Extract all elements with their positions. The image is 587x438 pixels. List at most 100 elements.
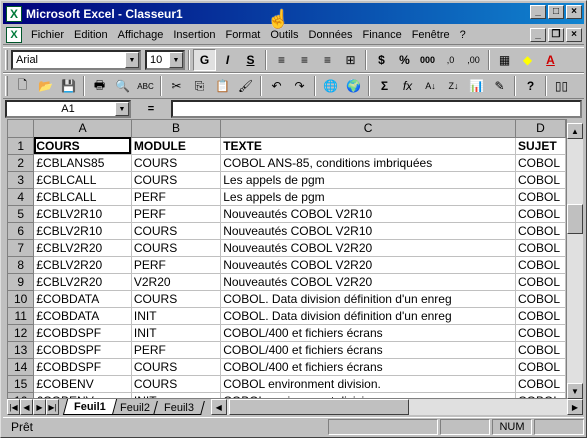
- cell[interactable]: Les appels de pgm: [220, 171, 517, 189]
- doc-restore-button[interactable]: ❐: [548, 28, 564, 42]
- cell[interactable]: COBOL: [515, 290, 566, 308]
- title-bar[interactable]: X Microsoft Excel - Classeur1 _ □ ×: [3, 3, 584, 24]
- cell[interactable]: COBOL: [515, 205, 566, 223]
- copy-icon[interactable]: ⎘: [188, 75, 211, 97]
- cell[interactable]: Nouveautés COBOL V2R20: [220, 239, 517, 257]
- cell[interactable]: INIT: [131, 324, 222, 342]
- cell[interactable]: V2R20: [131, 273, 222, 291]
- chevron-down-icon[interactable]: ▼: [125, 52, 139, 68]
- last-sheet-icon[interactable]: ▶|: [46, 399, 59, 415]
- cell[interactable]: COURS: [131, 171, 222, 189]
- formula-input[interactable]: [171, 100, 582, 118]
- chevron-down-icon[interactable]: ▼: [169, 52, 183, 68]
- cell[interactable]: COBOL: [515, 256, 566, 274]
- formula-equals[interactable]: =: [131, 103, 171, 115]
- cell[interactable]: COBOL: [515, 171, 566, 189]
- cell[interactable]: COURS: [33, 137, 132, 155]
- cut-icon[interactable]: ✂: [165, 75, 188, 97]
- help-icon[interactable]: ?: [519, 75, 542, 97]
- cell[interactable]: Nouveautés COBOL V2R20: [220, 256, 517, 274]
- column-header-d[interactable]: D: [515, 120, 566, 138]
- column-header-a[interactable]: A: [33, 120, 132, 138]
- currency-icon[interactable]: $: [370, 49, 393, 71]
- row-header[interactable]: 6: [8, 222, 35, 240]
- chart-wizard-icon[interactable]: 📊: [465, 75, 488, 97]
- name-box[interactable]: A1 ▼: [5, 100, 131, 118]
- cell[interactable]: COBOL environment division.: [220, 392, 517, 398]
- scroll-left-icon[interactable]: ◀: [210, 399, 227, 415]
- row-header[interactable]: 4: [8, 188, 35, 206]
- row-header[interactable]: 9: [8, 273, 35, 291]
- row-header[interactable]: 16: [8, 392, 35, 398]
- autosum-icon[interactable]: Σ: [373, 75, 396, 97]
- menu-finance[interactable]: Finance: [358, 29, 407, 41]
- close-button[interactable]: ×: [566, 5, 582, 19]
- percent-icon[interactable]: %: [393, 49, 416, 71]
- row-header[interactable]: 14: [8, 358, 35, 376]
- select-all-corner[interactable]: [8, 120, 35, 138]
- cell[interactable]: COBOL: [515, 392, 566, 398]
- align-right-icon[interactable]: ≡: [316, 49, 339, 71]
- row-header[interactable]: 13: [8, 341, 35, 359]
- cell[interactable]: INIT: [131, 307, 222, 325]
- cell[interactable]: COURS: [131, 358, 222, 376]
- doc-minimize-button[interactable]: _: [530, 28, 546, 42]
- align-center-icon[interactable]: ≡: [293, 49, 316, 71]
- cell[interactable]: INIT: [131, 392, 222, 398]
- bold-button[interactable]: G: [193, 49, 216, 71]
- spelling-icon[interactable]: ABC: [134, 75, 157, 97]
- maximize-button[interactable]: □: [548, 5, 564, 19]
- borders-icon[interactable]: ▦: [493, 49, 516, 71]
- cell[interactable]: COURS: [131, 154, 222, 172]
- prev-sheet-icon[interactable]: ◀: [20, 399, 33, 415]
- first-sheet-icon[interactable]: |◀: [7, 399, 20, 415]
- menu-format[interactable]: Format: [221, 29, 266, 41]
- cell[interactable]: £CBLCALL: [33, 171, 132, 189]
- column-header-c[interactable]: C: [220, 120, 517, 138]
- menu-affichage[interactable]: Affichage: [113, 29, 169, 41]
- cell[interactable]: TEXTE: [220, 137, 517, 155]
- scroll-up-icon[interactable]: ▲: [567, 123, 583, 139]
- menu-help[interactable]: ?: [455, 29, 471, 41]
- merge-center-icon[interactable]: ⊞: [339, 49, 362, 71]
- drawing-icon[interactable]: ✎: [488, 75, 511, 97]
- menu-fenetre[interactable]: Fenêtre: [407, 29, 455, 41]
- row-header[interactable]: 8: [8, 256, 35, 274]
- sort-descending-icon[interactable]: Z↓: [442, 75, 465, 97]
- cell[interactable]: COURS: [131, 375, 222, 393]
- increase-decimal-icon[interactable]: ,0: [439, 49, 462, 71]
- italic-button[interactable]: I: [216, 49, 239, 71]
- cell[interactable]: Nouveautés COBOL V2R10: [220, 222, 517, 240]
- next-sheet-icon[interactable]: ▶: [33, 399, 46, 415]
- cell[interactable]: COBOL: [515, 375, 566, 393]
- cell[interactable]: COBOL: [515, 324, 566, 342]
- vertical-scrollbar[interactable]: ▲ ▼: [567, 119, 583, 399]
- horizontal-scrollbar[interactable]: ◀ ▶: [210, 399, 583, 415]
- cell[interactable]: COURS: [131, 239, 222, 257]
- chevron-down-icon[interactable]: ▼: [115, 102, 129, 116]
- toolbar-grip[interactable]: [5, 50, 8, 70]
- cell[interactable]: SUJET: [515, 137, 566, 155]
- fill-color-icon[interactable]: ◆: [516, 49, 539, 71]
- excel-app-icon[interactable]: X: [6, 5, 22, 22]
- cell[interactable]: COBOL: [515, 239, 566, 257]
- cell[interactable]: COBOL/400 et fichiers écrans: [220, 324, 517, 342]
- menu-edition[interactable]: Edition: [69, 29, 113, 41]
- menu-donnees[interactable]: Données: [304, 29, 358, 41]
- cell[interactable]: COBOL: [515, 358, 566, 376]
- cell[interactable]: £COBDSPF: [33, 324, 132, 342]
- align-left-icon[interactable]: ≡: [270, 49, 293, 71]
- row-header[interactable]: 12: [8, 324, 35, 342]
- sheet-tab-feuil1[interactable]: Feuil1: [62, 399, 117, 415]
- cell[interactable]: £CBLV2R20: [33, 273, 132, 291]
- web-toolbar-icon[interactable]: 🌍: [342, 75, 365, 97]
- row-header[interactable]: 2: [8, 154, 35, 172]
- scroll-down-icon[interactable]: ▼: [567, 383, 583, 399]
- save-icon[interactable]: 💾: [57, 75, 80, 97]
- sort-ascending-icon[interactable]: A↓: [419, 75, 442, 97]
- cell[interactable]: £CBLCALL: [33, 188, 132, 206]
- row-header[interactable]: 10: [8, 290, 35, 308]
- toolbar-grip[interactable]: [5, 76, 8, 96]
- cell[interactable]: £CBLV2R20: [33, 239, 132, 257]
- menu-fichier[interactable]: Fichier: [26, 29, 69, 41]
